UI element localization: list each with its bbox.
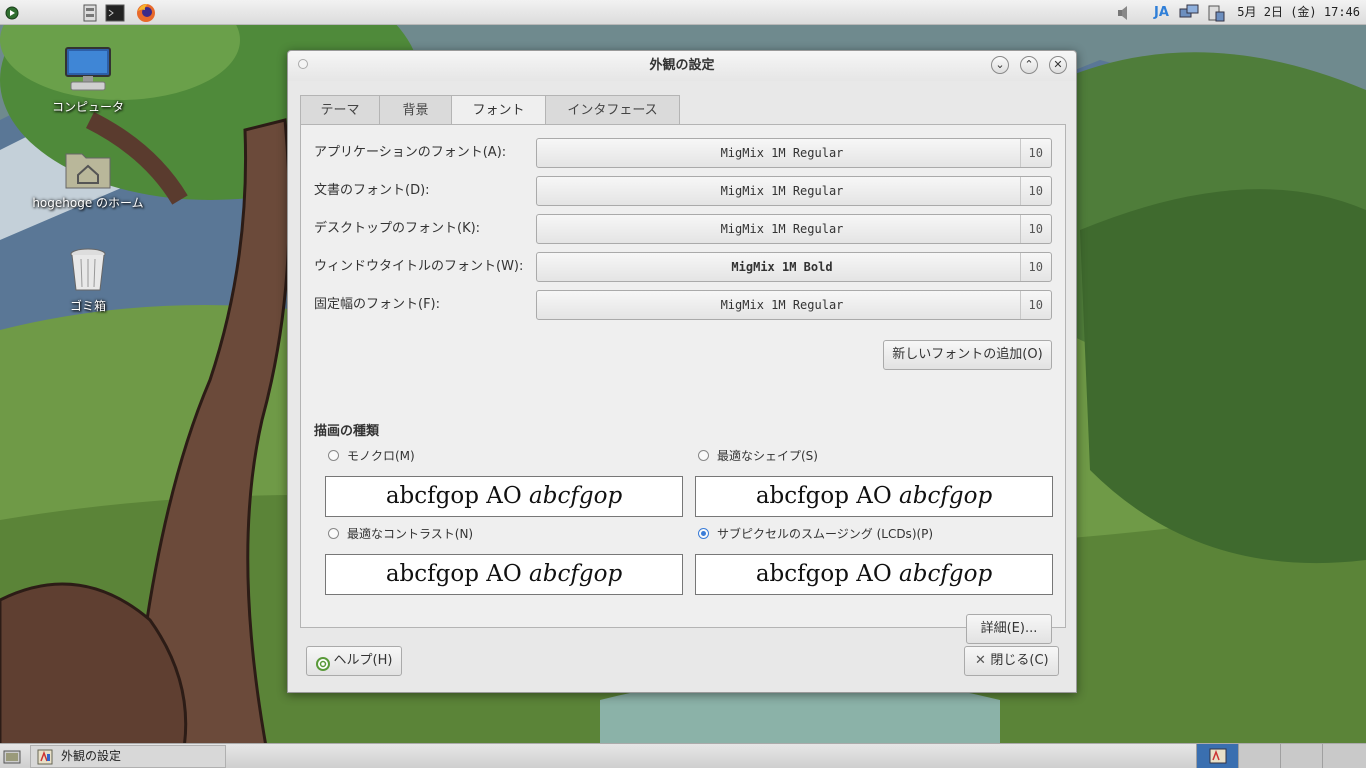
tab-theme[interactable]: テーマ bbox=[300, 95, 380, 125]
task-label: 外観の設定 bbox=[61, 749, 122, 763]
desktop-icon-label: hogehoge のホーム bbox=[32, 196, 144, 210]
desktop-font-label: デスクトップのフォント(K): bbox=[314, 221, 481, 236]
chevron-up-icon: ⌃ bbox=[1024, 58, 1034, 71]
desktop-icon-computer[interactable]: コンピュータ bbox=[28, 44, 148, 115]
desktop-icon-label: コンピュータ bbox=[51, 100, 124, 114]
document-font-button[interactable]: MigMix 1M Regular 10 bbox=[536, 176, 1052, 206]
workspace-3[interactable] bbox=[1280, 744, 1322, 768]
add-font-button[interactable]: 新しいフォントの追加(O) bbox=[883, 340, 1052, 370]
radio-subpixel[interactable]: サブピクセルのスムージング (LCDs)(P) bbox=[698, 525, 1038, 543]
appearance-app-icon bbox=[37, 749, 53, 768]
trash-icon bbox=[68, 247, 108, 293]
preview-italic-text: abcfgop bbox=[899, 561, 993, 587]
minimize-button[interactable]: ⌄ bbox=[991, 56, 1009, 74]
font-name: MigMix 1M Regular bbox=[720, 298, 844, 312]
font-size: 10 bbox=[1019, 215, 1043, 243]
bottom-panel: 外観の設定 bbox=[0, 743, 1366, 768]
rendering-section-title: 描画の種類 bbox=[314, 424, 380, 439]
workspace-2[interactable] bbox=[1238, 744, 1280, 768]
workspace-1[interactable] bbox=[1196, 744, 1238, 768]
tab-background[interactable]: 背景 bbox=[379, 95, 452, 125]
font-name: MigMix 1M Bold bbox=[731, 260, 833, 274]
preview-regular-text: abcfgop AO bbox=[385, 561, 530, 587]
clock[interactable]: 5月 2日 (金) 17:46 bbox=[1237, 0, 1360, 25]
show-desktop-icon[interactable] bbox=[2, 746, 22, 767]
home-folder-icon bbox=[64, 148, 112, 190]
firefox-icon[interactable] bbox=[134, 2, 158, 23]
preview-subpixel: abcfgop AO abcfgop bbox=[695, 554, 1053, 595]
fixed-width-font-label: 固定幅のフォント(F): bbox=[314, 297, 441, 312]
document-font-label: 文書のフォント(D): bbox=[314, 183, 430, 198]
preview-italic-text: abcfgop bbox=[529, 483, 623, 509]
dialog-title: 外観の設定 bbox=[649, 58, 715, 73]
preview-monochrome: abcfgop AO abcfgop bbox=[325, 476, 683, 517]
top-panel: JA 5月 2日 (金) 17:46 bbox=[0, 0, 1366, 25]
app-font-label: アプリケーションのフォント(A): bbox=[314, 145, 507, 160]
radio-label: モノクロ(M) bbox=[347, 449, 415, 463]
close-icon: ✕ bbox=[975, 653, 986, 668]
radio-button-selected[interactable] bbox=[698, 528, 709, 539]
tab-fonts[interactable]: フォント bbox=[451, 95, 546, 126]
preview-regular-text: abcfgop AO bbox=[385, 483, 530, 509]
font-name: MigMix 1M Regular bbox=[720, 184, 844, 198]
volume-icon[interactable] bbox=[1114, 2, 1134, 23]
terminal-icon[interactable] bbox=[104, 2, 126, 23]
desktop-icon-home[interactable]: hogehoge のホーム bbox=[28, 148, 148, 211]
desktop-font-button[interactable]: MigMix 1M Regular 10 bbox=[536, 214, 1052, 244]
taskbar-task-appearance[interactable]: 外観の設定 bbox=[30, 745, 226, 768]
preview-regular-text: abcfgop AO bbox=[755, 483, 900, 509]
radio-label: サブピクセルのスムージング (LCDs)(P) bbox=[717, 527, 934, 541]
appearance-dialog: 外観の設定 ⌄ ⌃ ✕ テーマ 背景 フォント インタフェース アプリケーション… bbox=[287, 50, 1077, 693]
radio-button[interactable] bbox=[328, 528, 339, 539]
tab-interface[interactable]: インタフェース bbox=[545, 95, 680, 125]
close-window-button[interactable]: ✕ bbox=[1049, 56, 1067, 74]
desktop-icon-label: ゴミ箱 bbox=[69, 299, 106, 313]
font-size: 10 bbox=[1019, 291, 1043, 319]
font-size: 10 bbox=[1019, 177, 1043, 205]
font-name: MigMix 1M Regular bbox=[720, 146, 844, 160]
close-button[interactable]: ✕ 閉じる(C) bbox=[964, 646, 1059, 676]
fixed-width-font-button[interactable]: MigMix 1M Regular 10 bbox=[536, 290, 1052, 320]
window-title-font-button[interactable]: MigMix 1M Bold 10 bbox=[536, 252, 1052, 282]
help-button[interactable]: ヘルプ(H) bbox=[306, 646, 402, 676]
radio-label: 最適なコントラスト(N) bbox=[347, 527, 474, 541]
file-manager-icon[interactable] bbox=[80, 2, 100, 23]
radio-button[interactable] bbox=[698, 450, 709, 461]
menu-icon[interactable] bbox=[2, 2, 22, 23]
preview-best-contrast: abcfgop AO abcfgop bbox=[325, 554, 683, 595]
close-icon: ✕ bbox=[1053, 58, 1063, 71]
preview-regular-text: abcfgop AO bbox=[755, 561, 900, 587]
radio-best-contrast[interactable]: 最適なコントラスト(N) bbox=[328, 525, 628, 543]
radio-button[interactable] bbox=[328, 450, 339, 461]
chevron-down-icon: ⌄ bbox=[995, 58, 1005, 71]
window-title-font-label: ウィンドウタイトルのフォント(W): bbox=[314, 259, 524, 274]
preview-italic-text: abcfgop bbox=[529, 561, 623, 587]
workspace-window-icon bbox=[1209, 748, 1227, 768]
network-icon[interactable] bbox=[1178, 2, 1200, 23]
fonts-page: アプリケーションのフォント(A): MigMix 1M Regular 10 文… bbox=[300, 124, 1066, 644]
clipboard-icon[interactable] bbox=[1205, 2, 1227, 23]
ime-indicator[interactable]: JA bbox=[1154, 0, 1169, 25]
font-name: MigMix 1M Regular bbox=[720, 222, 844, 236]
radio-best-shape[interactable]: 最適なシェイプ(S) bbox=[698, 447, 998, 465]
font-size: 10 bbox=[1019, 139, 1043, 167]
details-button[interactable]: 詳細(E)... bbox=[966, 614, 1052, 644]
app-font-button[interactable]: MigMix 1M Regular 10 bbox=[536, 138, 1052, 168]
help-icon bbox=[316, 654, 330, 682]
help-button-label: ヘルプ(H) bbox=[333, 653, 393, 668]
preview-italic-text: abcfgop bbox=[899, 483, 993, 509]
close-button-label: 閉じる(C) bbox=[990, 653, 1049, 668]
workspace-4[interactable] bbox=[1322, 744, 1366, 768]
maximize-button[interactable]: ⌃ bbox=[1020, 56, 1038, 74]
font-size: 10 bbox=[1019, 253, 1043, 281]
radio-monochrome[interactable]: モノクロ(M) bbox=[328, 447, 628, 465]
radio-label: 最適なシェイプ(S) bbox=[717, 449, 818, 463]
desktop-icon-trash[interactable]: ゴミ箱 bbox=[28, 247, 148, 314]
preview-best-shape: abcfgop AO abcfgop bbox=[695, 476, 1053, 517]
computer-icon bbox=[63, 44, 113, 94]
titlebar[interactable]: 外観の設定 ⌄ ⌃ ✕ bbox=[288, 51, 1076, 81]
